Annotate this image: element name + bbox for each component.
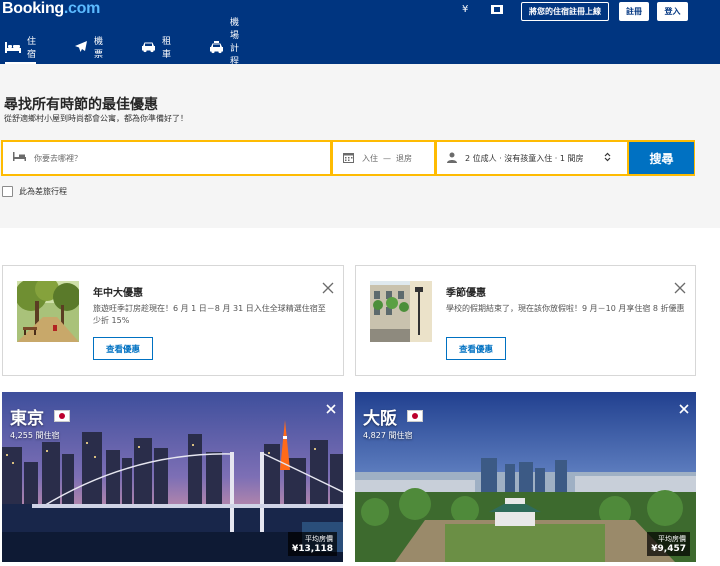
price-value: ¥9,457: [651, 544, 686, 554]
nav-label: 住宿: [27, 37, 37, 60]
search-button[interactable]: 搜尋: [629, 142, 694, 174]
bed-icon: [3, 152, 34, 164]
register-button[interactable]: 註冊: [619, 2, 649, 21]
nav-label: 機票: [94, 37, 104, 60]
date-dash: —: [383, 153, 391, 163]
view-deals-button[interactable]: 查看優惠: [446, 337, 506, 360]
japan-flag-icon: [407, 410, 423, 422]
japan-flag-icon: [54, 410, 70, 422]
deal-card-seasonal: 季節優惠 學校的假期結束了，現在該你放假啦！9 月－10 月享住宿 8 折優惠 …: [355, 265, 696, 376]
close-icon[interactable]: [678, 400, 690, 414]
guests-selector[interactable]: 2 位成人 · 沒有孩童入住 · 1 間房: [437, 142, 627, 174]
price-label: 平均房價: [658, 535, 686, 543]
property-count: 4,255 間住宿: [10, 431, 60, 440]
calendar-icon: [333, 152, 362, 165]
city-card-tokyo[interactable]: 東京 4,255 間住宿 平均房價 ¥13,118: [2, 392, 343, 562]
work-trip-row: 此為差旅行程: [2, 186, 67, 197]
bed-icon: [5, 41, 21, 54]
list-property-button[interactable]: 將您的住宿註冊上線: [521, 2, 609, 21]
city-card-osaka[interactable]: 大阪 4,827 間住宿 平均房價 ¥9,457: [355, 392, 696, 562]
language-flag-icon[interactable]: [491, 5, 503, 14]
top-header: Booking.com ¥ 將您的住宿註冊上線 註冊 登入 住宿 機票 租車 機…: [0, 0, 720, 80]
hero-section: 尋找所有時節的最佳優惠 從舒適鄉村小屋到時尚都會公寓，都為你準備好了！ 你要去哪…: [0, 64, 720, 228]
close-icon[interactable]: [321, 280, 335, 294]
chevron-up-down-icon: [594, 152, 619, 164]
price-label: 平均房價: [305, 535, 333, 543]
deal-title: 季節優惠: [446, 288, 486, 299]
nav-label: 租車: [162, 37, 172, 60]
login-button[interactable]: 登入: [657, 2, 688, 21]
street-photo: [370, 281, 432, 342]
hero-subtitle: 從舒適鄉村小屋到時尚都會公寓，都為你準備好了！: [4, 114, 188, 123]
average-price-badge: 平均房價 ¥13,118: [288, 532, 337, 556]
booking-logo[interactable]: Booking.com: [2, 0, 100, 18]
destination-placeholder: 你要去哪裡？: [34, 153, 82, 163]
work-trip-label: 此為差旅行程: [19, 187, 67, 196]
currency-selector[interactable]: ¥: [462, 4, 468, 15]
view-deals-button[interactable]: 查看優惠: [93, 337, 153, 360]
nav-item-airport-taxi[interactable]: 機場計程車: [209, 18, 239, 80]
work-trip-checkbox[interactable]: [2, 186, 13, 197]
logo-dot-com: .com: [63, 0, 101, 17]
nav-item-car-rental[interactable]: 租車: [141, 32, 171, 62]
taxi-icon: [209, 40, 224, 54]
deal-card-midyear: 年中大優惠 旅遊旺季訂房趁現在！6 月 1 日－8 月 31 日入住全球精選住宿…: [2, 265, 344, 376]
destination-input[interactable]: 你要去哪裡？: [3, 142, 330, 174]
nav-item-stays[interactable]: 住宿: [5, 32, 37, 64]
close-icon[interactable]: [325, 400, 337, 414]
deal-description: 旅遊旺季訂房趁現在！6 月 1 日－8 月 31 日入住全球精選住宿至少折 15…: [93, 304, 326, 325]
hero-title: 尋找所有時節的最佳優惠: [4, 97, 158, 113]
checkout-label: 退房: [396, 153, 412, 163]
city-name: 大阪: [363, 409, 397, 429]
checkin-label: 入住: [362, 153, 378, 163]
guests-label: 2 位成人 · 沒有孩童入住 · 1 間房: [465, 153, 584, 163]
park-photo: [17, 281, 79, 342]
person-icon: [437, 152, 465, 165]
average-price-badge: 平均房價 ¥9,457: [647, 532, 690, 556]
search-bar: 你要去哪裡？ 入住 — 退房 2 位成人 · 沒有孩童入住 · 1 間房 搜尋: [1, 140, 695, 176]
car-icon: [141, 41, 156, 53]
deal-description: 學校的假期結束了，現在該你放假啦！9 月－10 月享住宿 8 折優惠: [446, 304, 685, 313]
close-icon[interactable]: [673, 280, 687, 294]
logo-text: Booking: [2, 0, 64, 17]
nav-item-flights[interactable]: 機票: [74, 32, 103, 62]
plane-icon: [74, 40, 88, 54]
property-count: 4,827 間住宿: [363, 431, 413, 440]
city-name: 東京: [10, 409, 44, 429]
price-value: ¥13,118: [292, 544, 333, 554]
deal-title: 年中大優惠: [93, 288, 143, 299]
date-picker[interactable]: 入住 — 退房: [333, 142, 434, 174]
